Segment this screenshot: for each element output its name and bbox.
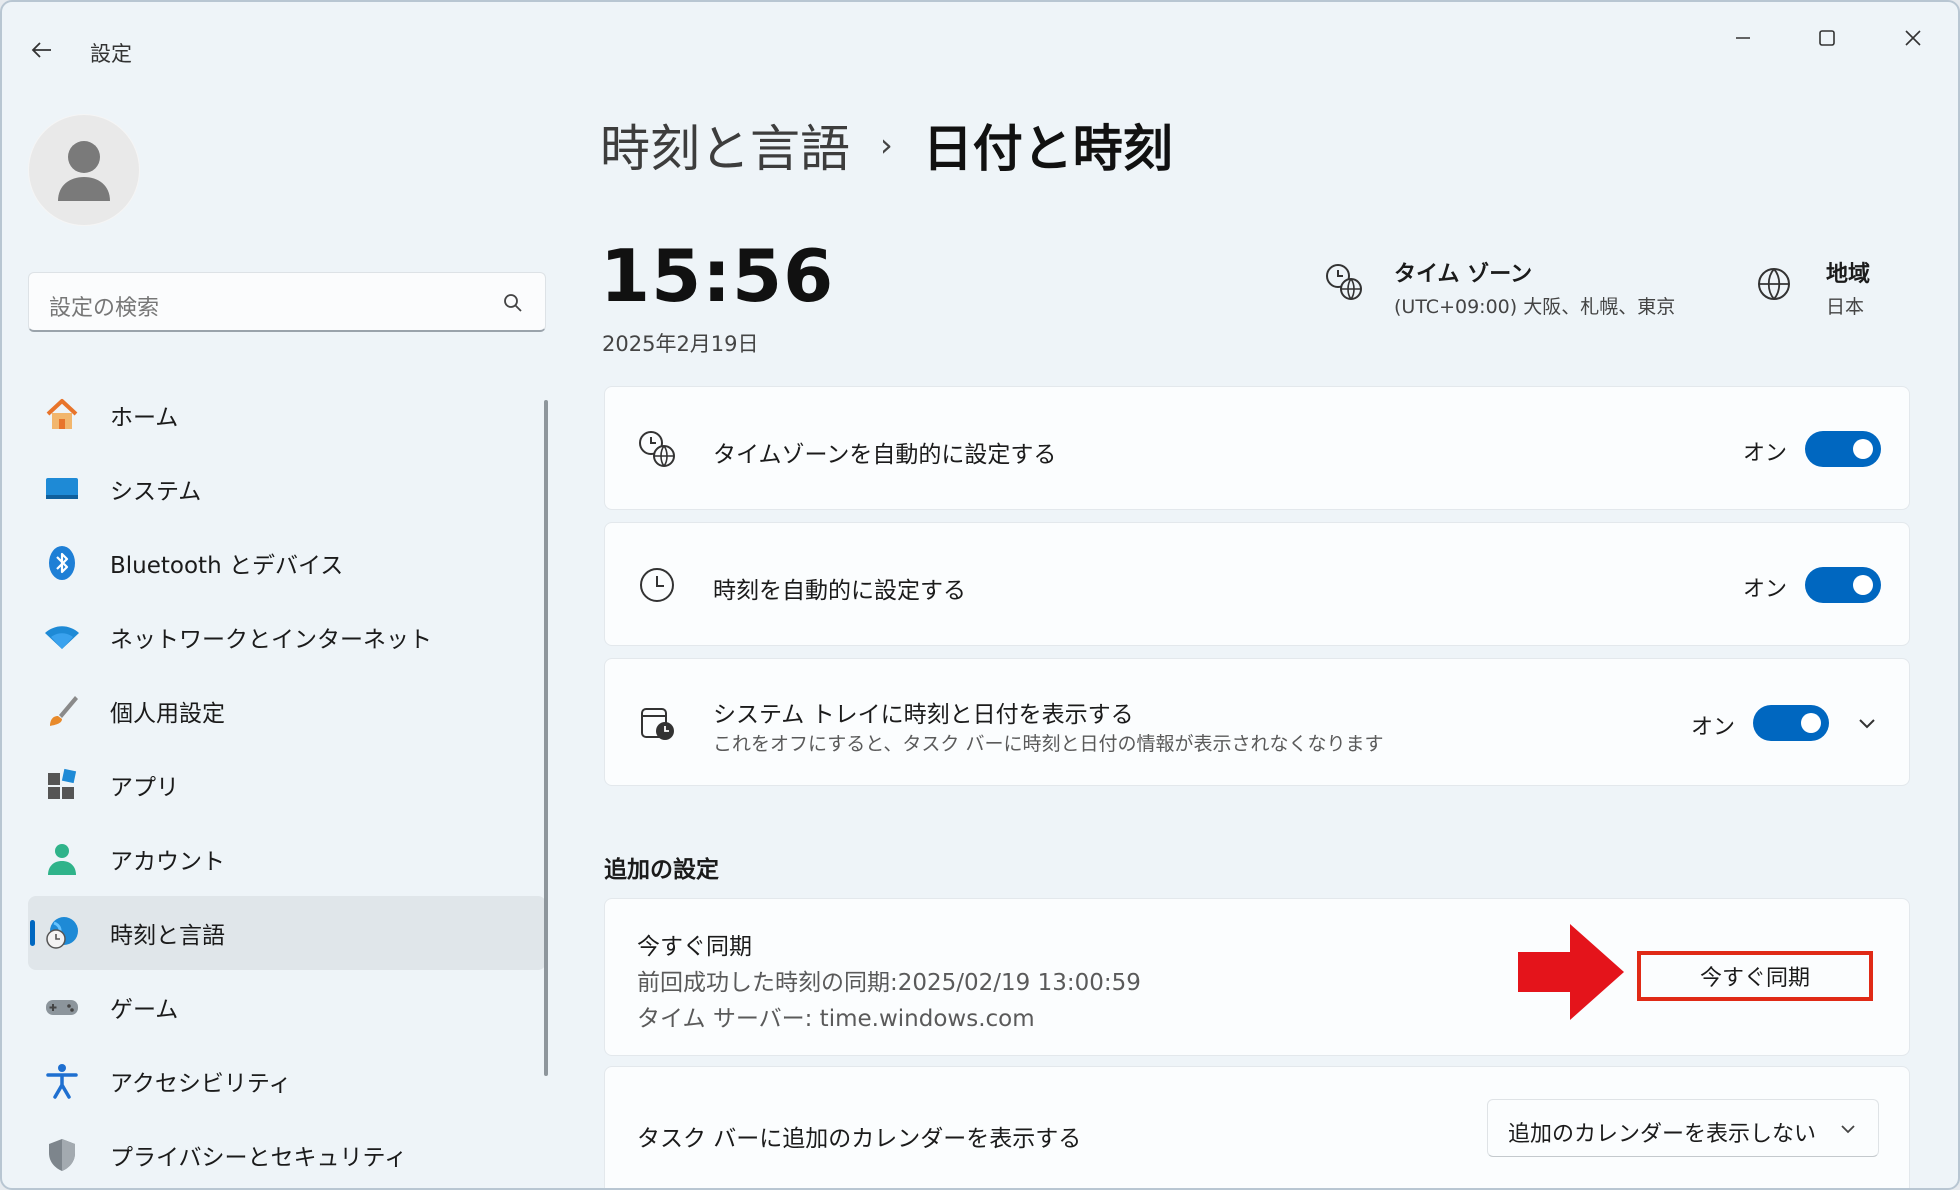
- sidebar-item-personalization[interactable]: 個人用設定: [28, 674, 546, 748]
- sidebar-item-label: ネットワークとインターネット: [110, 627, 432, 653]
- calendar-clock-icon: [635, 701, 679, 745]
- time-language-icon: [42, 913, 82, 953]
- sidebar-scrollbar[interactable]: [544, 400, 548, 1076]
- additional-calendar-dropdown[interactable]: 追加のカレンダーを表示しない: [1487, 1099, 1879, 1157]
- system-tray-toggle[interactable]: [1753, 705, 1829, 741]
- sidebar-item-label: システム: [110, 479, 202, 505]
- sidebar-item-label: アカウント: [110, 849, 225, 875]
- account-icon: [42, 839, 82, 879]
- auto-timezone-label: タイムゾーンを自動的に設定する: [713, 442, 1057, 468]
- avatar[interactable]: [28, 114, 140, 226]
- close-icon: [1905, 30, 1921, 46]
- page-title: 日付と時刻: [922, 120, 1173, 178]
- maximize-button[interactable]: [1800, 18, 1854, 58]
- close-button[interactable]: [1886, 18, 1940, 58]
- timezone-icon: [635, 427, 679, 471]
- sync-now-card: 今すぐ同期 前回成功した時刻の同期:2025/02/19 13:00:59 タイ…: [604, 898, 1910, 1056]
- auto-time-card: 時刻を自動的に設定する オン: [604, 522, 1910, 646]
- sidebar-item-home[interactable]: ホーム: [28, 378, 546, 452]
- auto-timezone-toggle[interactable]: [1805, 431, 1881, 467]
- system-tray-card[interactable]: システム トレイに時刻と日付を表示する これをオフにすると、タスク バーに時刻と…: [604, 658, 1910, 786]
- sidebar-item-network[interactable]: ネットワークとインターネット: [28, 600, 546, 674]
- toggle-state-text: オン: [1691, 715, 1736, 740]
- toggle-knob: [1801, 713, 1821, 733]
- timezone-title: タイム ゾーン: [1394, 262, 1533, 287]
- auto-time-label: 時刻を自動的に設定する: [713, 578, 966, 604]
- arrow-right-icon: [1518, 924, 1624, 1020]
- sidebar-item-label: ホーム: [110, 405, 179, 431]
- system-tray-description: これをオフにすると、タスク バーに時刻と日付の情報が表示されなくなります: [713, 733, 1384, 755]
- current-date: 2025年2月19日: [602, 332, 759, 356]
- region-value: 日本: [1826, 296, 1865, 318]
- region-title: 地域: [1826, 262, 1871, 287]
- auto-timezone-card: タイムゾーンを自動的に設定する オン: [604, 386, 1910, 510]
- timezone-icon: [1326, 264, 1362, 300]
- settings-window: 設定 設定の検索 ホーム システム Bluetooth とデバイス ネットワーク…: [0, 0, 1960, 1190]
- sidebar-item-bluetooth[interactable]: Bluetooth とデバイス: [28, 526, 546, 600]
- system-icon: [42, 469, 82, 509]
- breadcrumb: 時刻と言語 › 日付と時刻: [600, 110, 1173, 180]
- auto-time-toggle[interactable]: [1805, 567, 1881, 603]
- home-icon: [42, 395, 82, 435]
- accessibility-icon: [42, 1061, 82, 1101]
- current-time: 15:56: [600, 234, 835, 318]
- sidebar-item-label: アクセシビリティ: [110, 1071, 292, 1097]
- minimize-icon: [1736, 37, 1750, 39]
- section-title: 追加の設定: [604, 857, 719, 883]
- globe-icon: [1758, 268, 1790, 300]
- gamepad-icon: [42, 987, 82, 1027]
- search-icon: [504, 294, 522, 312]
- sidebar-nav: ホーム システム Bluetooth とデバイス ネットワークとインターネット …: [28, 378, 546, 1188]
- additional-calendar-label: タスク バーに追加のカレンダーを表示する: [637, 1126, 1082, 1152]
- maximize-icon: [1819, 30, 1835, 46]
- additional-calendar-card: タスク バーに追加のカレンダーを表示する 追加のカレンダーを表示しない: [604, 1066, 1910, 1188]
- sidebar-item-label: プライバシーとセキュリティ: [110, 1145, 408, 1171]
- chevron-down-icon: [1841, 1125, 1855, 1134]
- sidebar-item-label: 時刻と言語: [110, 923, 225, 949]
- bluetooth-icon: [42, 543, 82, 583]
- breadcrumb-separator: ›: [880, 126, 893, 164]
- sidebar-item-privacy[interactable]: プライバシーとセキュリティ: [28, 1118, 546, 1188]
- toggle-state-text: オン: [1743, 577, 1788, 602]
- title-bar: 設定: [2, 2, 1958, 102]
- chevron-down-icon[interactable]: [1855, 711, 1879, 735]
- sidebar-item-accessibility[interactable]: アクセシビリティ: [28, 1044, 546, 1118]
- toggle-knob: [1853, 575, 1873, 595]
- system-tray-label: システム トレイに時刻と日付を表示する: [713, 702, 1134, 728]
- wifi-icon: [42, 617, 82, 657]
- sync-title: 今すぐ同期: [637, 934, 752, 960]
- back-button[interactable]: [24, 32, 60, 68]
- shield-icon: [42, 1135, 82, 1175]
- app-title: 設定: [90, 42, 132, 66]
- search-input[interactable]: 設定の検索: [49, 290, 159, 322]
- sidebar-item-label: Bluetooth とデバイス: [110, 553, 344, 579]
- sidebar-item-label: ゲーム: [110, 997, 179, 1023]
- sidebar-item-time-language[interactable]: 時刻と言語: [28, 896, 546, 970]
- search-box[interactable]: 設定の検索: [28, 272, 546, 332]
- last-sync-text: 前回成功した時刻の同期:2025/02/19 13:00:59: [637, 970, 1141, 996]
- toggle-knob: [1853, 439, 1873, 459]
- minimize-button[interactable]: [1716, 18, 1770, 58]
- user-icon: [58, 141, 110, 201]
- active-indicator: [30, 920, 35, 946]
- sidebar-item-gaming[interactable]: ゲーム: [28, 970, 546, 1044]
- sidebar-item-label: 個人用設定: [110, 701, 225, 727]
- apps-icon: [42, 765, 82, 805]
- sidebar-item-label: アプリ: [110, 775, 179, 801]
- sync-now-button[interactable]: 今すぐ同期: [1637, 951, 1873, 1001]
- timezone-value: (UTC+09:00) 大阪、札幌、東京: [1394, 296, 1676, 318]
- sidebar-item-system[interactable]: システム: [28, 452, 546, 526]
- time-server-text: タイム サーバー: time.windows.com: [637, 1006, 1035, 1032]
- brush-icon: [42, 691, 82, 731]
- arrow-left-icon: [31, 42, 51, 58]
- dropdown-selected-value: 追加のカレンダーを表示しない: [1508, 1122, 1817, 1147]
- toggle-state-text: オン: [1743, 441, 1788, 466]
- breadcrumb-parent[interactable]: 時刻と言語: [600, 109, 850, 181]
- sidebar-item-accounts[interactable]: アカウント: [28, 822, 546, 896]
- clock-icon: [635, 563, 679, 607]
- sidebar-item-apps[interactable]: アプリ: [28, 748, 546, 822]
